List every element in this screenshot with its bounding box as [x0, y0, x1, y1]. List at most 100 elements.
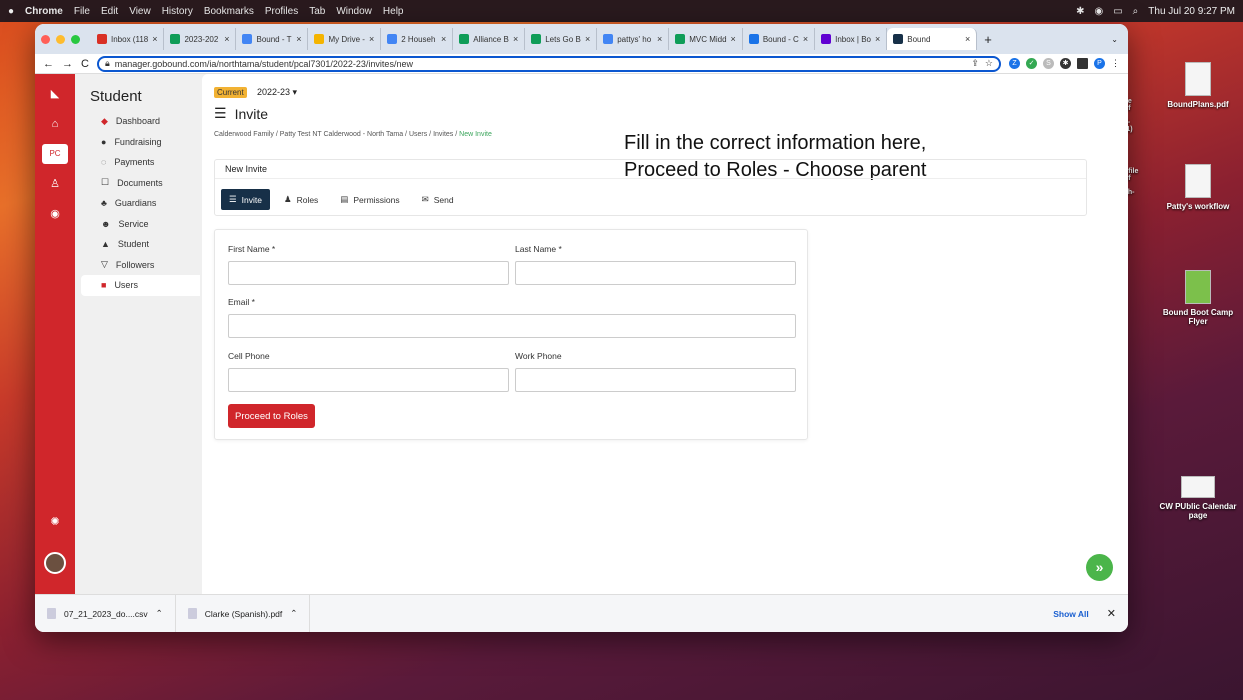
- tab-close-icon[interactable]: ×: [965, 34, 970, 44]
- sidebar-item-followers[interactable]: ▽ Followers: [75, 255, 200, 276]
- browser-tab[interactable]: My Drive - ×: [308, 28, 382, 50]
- apple-icon[interactable]: ●: [8, 6, 14, 17]
- chevron-up-icon[interactable]: ⌃: [290, 608, 297, 619]
- browser-tab[interactable]: 2023-202 ×: [164, 28, 237, 50]
- minimize-window-button[interactable]: [56, 34, 65, 44]
- desktop-file-bound-boot-camp[interactable]: Bound Boot Camp Flyer: [1153, 270, 1243, 326]
- tab-close-icon[interactable]: ×: [875, 34, 880, 44]
- back-button[interactable]: ←: [43, 58, 54, 70]
- extension-s-icon[interactable]: S: [1043, 58, 1054, 69]
- browser-tab[interactable]: Bound - T ×: [236, 28, 309, 50]
- extensions-puzzle-icon[interactable]: ✱: [1060, 58, 1071, 69]
- browser-tab[interactable]: Bound ×: [887, 28, 978, 50]
- url-field[interactable]: 🔒︎ manager.gobound.com/ia/northtama/stude…: [96, 55, 1001, 72]
- zoom-window-button[interactable]: [71, 34, 80, 44]
- show-all-downloads-link[interactable]: Show All: [1053, 609, 1107, 619]
- side-panel-icon[interactable]: [1077, 58, 1088, 69]
- profile-avatar-icon[interactable]: P: [1094, 58, 1105, 69]
- tab-close-icon[interactable]: ×: [441, 34, 446, 44]
- browser-tab[interactable]: MVC Midd ×: [669, 28, 743, 50]
- menubar-clock[interactable]: Thu Jul 20 9:27 PM: [1148, 6, 1235, 17]
- first-name-input[interactable]: [228, 261, 509, 285]
- new-tab-button[interactable]: +: [984, 32, 992, 47]
- hamburger-menu-icon[interactable]: ☰: [214, 105, 227, 122]
- bluetooth-icon[interactable]: ✱: [1076, 6, 1084, 17]
- user-avatar[interactable]: [44, 552, 66, 574]
- sidebar-item-users[interactable]: ■ Users: [81, 275, 200, 296]
- browser-tab[interactable]: Inbox (118 ×: [91, 28, 165, 50]
- menu-help[interactable]: Help: [383, 6, 404, 17]
- last-name-input[interactable]: [515, 261, 796, 285]
- sidebar-item-service[interactable]: ☻ Service: [75, 214, 200, 235]
- forward-button[interactable]: →: [62, 58, 73, 70]
- tab-close-icon[interactable]: ×: [224, 34, 229, 44]
- tab-permissions[interactable]: ▤ Permissions: [332, 189, 407, 210]
- bound-logo-icon[interactable]: ◣: [45, 84, 65, 104]
- menu-history[interactable]: History: [162, 6, 193, 17]
- cell-phone-input[interactable]: [228, 368, 509, 392]
- chevron-up-icon[interactable]: ⌃: [156, 608, 163, 619]
- work-phone-input[interactable]: [515, 368, 796, 392]
- menu-edit[interactable]: Edit: [101, 6, 118, 17]
- menu-file[interactable]: File: [74, 6, 90, 17]
- wifi-icon[interactable]: ◉: [1094, 6, 1103, 17]
- help-lifebuoy-icon[interactable]: ✺: [45, 512, 65, 532]
- desktop-file-pattys-workflow[interactable]: Patty's workflow: [1153, 164, 1243, 211]
- breadcrumb-family[interactable]: Calderwood Family: [214, 131, 274, 138]
- battery-icon[interactable]: ▭: [1113, 6, 1122, 17]
- chrome-menu-icon[interactable]: ⋮: [1111, 58, 1120, 69]
- desktop-file-cw-calendar[interactable]: CW PUblic Calendar page: [1153, 476, 1243, 520]
- extension-z-icon[interactable]: Z: [1009, 58, 1020, 69]
- tab-close-icon[interactable]: ×: [296, 34, 301, 44]
- menu-window[interactable]: Window: [336, 6, 372, 17]
- tab-close-icon[interactable]: ×: [657, 34, 662, 44]
- tab-roles[interactable]: ♟ Roles: [276, 189, 326, 210]
- rail-pc-button[interactable]: PC: [42, 144, 68, 164]
- breadcrumb-invites[interactable]: Invites: [433, 131, 453, 138]
- download-item-pdf[interactable]: Clarke (Spanish).pdf ⌃: [176, 594, 311, 632]
- sidebar-item-student[interactable]: ▲ Student: [75, 234, 200, 255]
- browser-tab[interactable]: Inbox | Bo ×: [815, 28, 888, 50]
- browser-tab[interactable]: Alliance B ×: [453, 28, 526, 50]
- home-icon[interactable]: ⌂: [45, 114, 65, 134]
- menu-profiles[interactable]: Profiles: [265, 6, 298, 17]
- sidebar-item-fundraising[interactable]: ● Fundraising: [75, 132, 200, 153]
- tab-close-icon[interactable]: ×: [369, 34, 374, 44]
- tab-close-icon[interactable]: ×: [513, 34, 518, 44]
- sidebar-item-guardians[interactable]: ♣ Guardians: [75, 193, 200, 214]
- tab-search-chevron-icon[interactable]: ⌄: [1111, 35, 1118, 44]
- season-year-dropdown[interactable]: 2022-23 ▾: [257, 87, 297, 98]
- close-window-button[interactable]: [41, 34, 50, 44]
- share-icon[interactable]: ⇪: [971, 58, 979, 69]
- tab-invite[interactable]: ☰ Invite: [221, 189, 270, 210]
- menu-tab[interactable]: Tab: [309, 6, 325, 17]
- reload-button[interactable]: C: [81, 58, 89, 70]
- tab-close-icon[interactable]: ×: [731, 34, 736, 44]
- sidebar-item-documents[interactable]: ☐ Documents: [75, 173, 200, 194]
- tab-send[interactable]: ✉ Send: [414, 189, 462, 210]
- download-item-csv[interactable]: 07_21_2023_do....csv ⌃: [35, 594, 176, 632]
- tab-close-icon[interactable]: ×: [803, 34, 808, 44]
- breadcrumb-student[interactable]: Patty Test NT Calderwood - North Tama: [280, 131, 403, 138]
- tab-close-icon[interactable]: ×: [152, 34, 157, 44]
- desktop-file-boundplans[interactable]: BoundPlans.pdf: [1153, 62, 1243, 109]
- extension-check-icon[interactable]: ✓: [1026, 58, 1037, 69]
- menu-app-name[interactable]: Chrome: [25, 6, 63, 17]
- school-mascot-icon[interactable]: ◉: [45, 204, 65, 224]
- browser-tab[interactable]: 2 Househ ×: [381, 28, 454, 50]
- menu-bookmarks[interactable]: Bookmarks: [204, 6, 254, 17]
- browser-tab[interactable]: pattys' ho ×: [597, 28, 670, 50]
- organization-icon[interactable]: ♙: [45, 174, 65, 194]
- tab-close-icon[interactable]: ×: [585, 34, 590, 44]
- email-input[interactable]: [228, 314, 796, 338]
- bound-chat-icon[interactable]: »: [1086, 554, 1113, 581]
- breadcrumb-users[interactable]: Users: [409, 131, 427, 138]
- search-icon[interactable]: ⌕: [1133, 6, 1139, 17]
- close-downloads-icon[interactable]: ✕: [1107, 607, 1128, 620]
- browser-tab[interactable]: Bound - C ×: [743, 28, 816, 50]
- browser-tab[interactable]: Lets Go B ×: [525, 28, 598, 50]
- sidebar-item-dashboard[interactable]: ◆ Dashboard: [75, 111, 200, 132]
- bookmark-star-icon[interactable]: ☆: [985, 58, 993, 69]
- menu-view[interactable]: View: [129, 6, 151, 17]
- proceed-to-roles-button[interactable]: Proceed to Roles: [228, 404, 315, 428]
